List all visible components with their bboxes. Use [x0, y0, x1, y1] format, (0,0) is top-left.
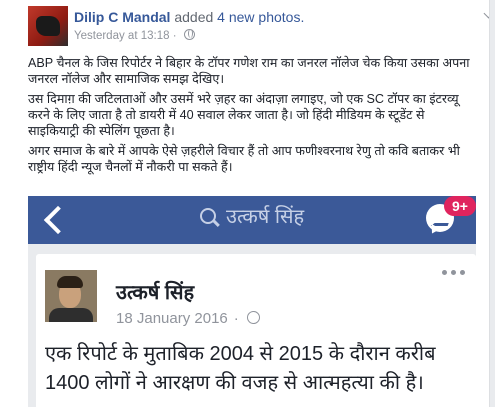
post-action-text: added	[174, 9, 214, 25]
card-date: 18 January 2016	[116, 310, 228, 327]
author-avatar[interactable]	[28, 6, 68, 46]
feed-post: Dilip C Mandal added 4 new photos. Yeste…	[0, 0, 490, 407]
more-options-icon	[442, 270, 466, 276]
card-meta: 18 January 2016 ·	[116, 310, 260, 327]
search-icon	[200, 208, 216, 224]
post-paragraph: ABP चैनल के जिस रिपोर्टर ने बिहार के टॉप…	[28, 56, 470, 86]
post-body: ABP चैनल के जिस रिपोर्टर ने बिहार के टॉप…	[28, 55, 478, 179]
card-post-text: एक रिपोर्ट के मुताबिक 2004 से 2015 के दौ…	[45, 343, 436, 394]
meta-separator: ·	[172, 30, 177, 42]
author-name-link[interactable]: Dilip C Mandal	[74, 9, 170, 25]
photo-count-link[interactable]: 4 new photos.	[217, 9, 304, 25]
post-photo[interactable]: उत्कर्ष सिंह 9+ उत्कर्ष सिंह 18 January …	[28, 196, 476, 407]
globe-icon[interactable]	[183, 29, 195, 40]
post-timestamp[interactable]: Yesterday at 13:18	[74, 30, 169, 42]
post-title-line: Dilip C Mandal added 4 new photos.	[74, 9, 304, 25]
post-paragraph: अगर समाज के बारे में आपके ऐसे ज़हरीले वि…	[28, 144, 460, 174]
search-query-text: उत्कर्ष सिंह	[226, 206, 305, 228]
chevron-down-icon[interactable]	[482, 10, 489, 24]
notification-badge: 9+	[444, 196, 476, 216]
post-header: Dilip C Mandal added 4 new photos. Yeste…	[28, 6, 478, 46]
globe-icon	[246, 311, 260, 324]
mobile-app-bar: उत्कर्ष सिंह 9+	[28, 196, 476, 244]
card-avatar	[45, 270, 97, 322]
card-author-name: उत्कर्ष सिंह	[116, 282, 195, 304]
screenshot-post-card: उत्कर्ष सिंह 18 January 2016 · एक रिपोर्ट…	[36, 254, 476, 407]
post-paragraph: उस दिमाग़ की जटिलताओं और उसमें भरे ज़हर …	[28, 92, 459, 138]
post-meta: Yesterday at 13:18 ·	[74, 29, 195, 42]
card-separator: ·	[233, 310, 239, 327]
